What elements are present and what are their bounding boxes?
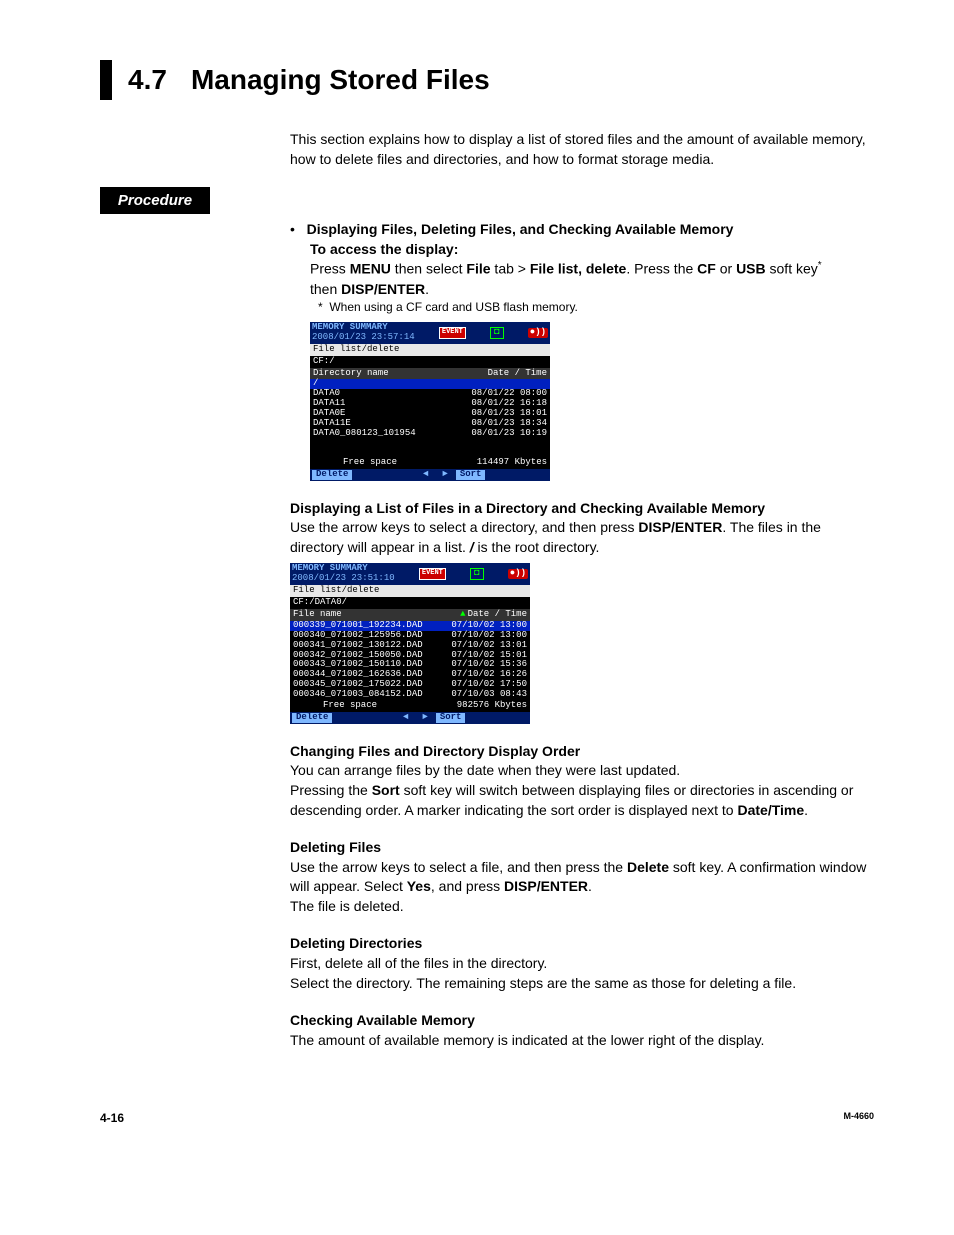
proc5-l2: Select the directory. The remaining step… — [290, 974, 874, 994]
record-icon: ●)) — [528, 328, 548, 338]
t: Pressing the — [290, 782, 372, 798]
screen2: MEMORY SUMMARY 2008/01/23 23:51:10 EVENT… — [290, 563, 530, 723]
screen1-subbar: File list/delete — [310, 344, 550, 356]
kw-file-list-delete: File list, delete — [530, 261, 626, 277]
col-file-name: File name — [293, 610, 342, 620]
kw-usb: USB — [736, 261, 766, 277]
proc5-l1: First, delete all of the files in the di… — [290, 954, 874, 974]
procedure-label: Procedure — [100, 187, 210, 214]
t: or — [716, 261, 736, 277]
proc2-heading: Displaying a List of Files in a Director… — [290, 499, 874, 519]
section-number: 4.7 — [128, 60, 167, 99]
col-date-time: Date / Time — [488, 369, 547, 379]
arrow-left-icon[interactable]: ◄ — [397, 713, 414, 723]
proc1-block: • Displaying Files, Deleting Files, and … — [290, 220, 874, 480]
delete-button[interactable]: Delete — [292, 713, 332, 723]
t: , and press — [431, 878, 504, 894]
page-number: 4-16 — [100, 1110, 124, 1127]
t: Press — [310, 261, 350, 277]
col-date-time: Date / Time — [468, 609, 527, 619]
screen2-subbar: File list/delete — [290, 585, 530, 597]
proc5-heading: Deleting Directories — [290, 934, 874, 954]
kw-yes: Yes — [407, 878, 431, 894]
footnote-text: When using a CF card and USB flash memor… — [329, 300, 578, 314]
camera-icon: ◘ — [490, 327, 503, 339]
screen1: MEMORY SUMMARY 2008/01/23 23:57:14 EVENT… — [310, 322, 550, 481]
camera-icon: ◘ — [470, 568, 483, 580]
sort-button[interactable]: Sort — [456, 470, 486, 480]
arrow-right-icon[interactable]: ► — [436, 470, 453, 480]
proc3-block: Changing Files and Directory Display Ord… — [290, 742, 874, 820]
delete-button[interactable]: Delete — [312, 470, 352, 480]
footnote-star: * — [318, 300, 323, 314]
footnote-mark: * — [818, 260, 822, 271]
proc1-line2: To access the display: — [310, 241, 458, 257]
proc1-heading: Displaying Files, Deleting Files, and Ch… — [307, 221, 734, 237]
kw-disp-enter: DISP/ENTER — [341, 281, 425, 297]
page-footer: 4-16 M-4660 — [100, 1110, 874, 1127]
section-title: 4.7 Managing Stored Files — [100, 60, 874, 100]
screen2-datetime: 2008/01/23 23:51:10 — [292, 574, 395, 584]
intro-text: This section explains how to display a l… — [290, 130, 874, 169]
screen2-path: CF:/DATA0/ — [290, 597, 530, 609]
t: tab > — [491, 261, 530, 277]
t: is the root directory. — [474, 539, 600, 555]
t: then select — [391, 261, 467, 277]
kw-sort: Sort — [372, 782, 400, 798]
col-dir-name: Directory name — [313, 369, 389, 379]
section-heading: Managing Stored Files — [191, 60, 490, 99]
t: then — [310, 281, 341, 297]
t: soft key — [766, 261, 818, 277]
t: Use the arrow keys to select a directory… — [290, 519, 638, 535]
arrow-left-icon[interactable]: ◄ — [417, 470, 434, 480]
kw-file: File — [466, 261, 490, 277]
t: . — [804, 802, 808, 818]
kw-disp-enter: DISP/ENTER — [638, 519, 722, 535]
kw-delete: Delete — [627, 859, 669, 875]
proc4-block: Deleting Files Use the arrow keys to sel… — [290, 838, 874, 916]
free-space-value: 982576 Kbytes — [457, 701, 527, 711]
proc6-l1: The amount of available memory is indica… — [290, 1031, 874, 1051]
screen1-path: CF:/ — [310, 356, 550, 368]
arrow-right-icon[interactable]: ► — [416, 713, 433, 723]
sort-marker-icon: ▲ — [460, 609, 465, 619]
t: Use the arrow keys to select a file, and… — [290, 859, 627, 875]
doc-id: M-4660 — [843, 1110, 874, 1127]
sort-button[interactable]: Sort — [436, 713, 466, 723]
proc6-heading: Checking Available Memory — [290, 1011, 874, 1031]
proc3-heading: Changing Files and Directory Display Ord… — [290, 742, 874, 762]
record-icon: ●)) — [508, 569, 528, 579]
kw-cf: CF — [697, 261, 716, 277]
event-icon: EVENT — [419, 568, 446, 580]
bullet-icon: • — [290, 221, 303, 237]
proc5-block: Deleting Directories First, delete all o… — [290, 934, 874, 993]
title-bar-icon — [100, 60, 112, 100]
proc4-l2: The file is deleted. — [290, 897, 874, 917]
proc4-heading: Deleting Files — [290, 838, 874, 858]
list-row[interactable]: 000346_071003_084152.DAD07/10/03 08:43 — [290, 690, 530, 700]
free-space-label: Free space — [293, 701, 377, 711]
t: . Press the — [626, 261, 697, 277]
proc6-block: Checking Available Memory The amount of … — [290, 1011, 874, 1050]
kw-menu: MENU — [350, 261, 391, 277]
kw-disp-enter: DISP/ENTER — [504, 878, 588, 894]
list-row[interactable]: DATA0_080123_10195408/01/23 10:19 — [310, 429, 550, 439]
proc2-block: Displaying a List of Files in a Director… — [290, 499, 874, 724]
t: . — [588, 878, 592, 894]
kw-date-time: Date/Time — [737, 802, 804, 818]
event-icon: EVENT — [439, 327, 466, 339]
screen1-datetime: 2008/01/23 23:57:14 — [312, 333, 415, 343]
t: . — [425, 281, 429, 297]
free-space-value: 114497 Kbytes — [477, 458, 547, 468]
free-space-label: Free space — [313, 458, 397, 468]
proc3-l1: You can arrange files by the date when t… — [290, 761, 874, 781]
